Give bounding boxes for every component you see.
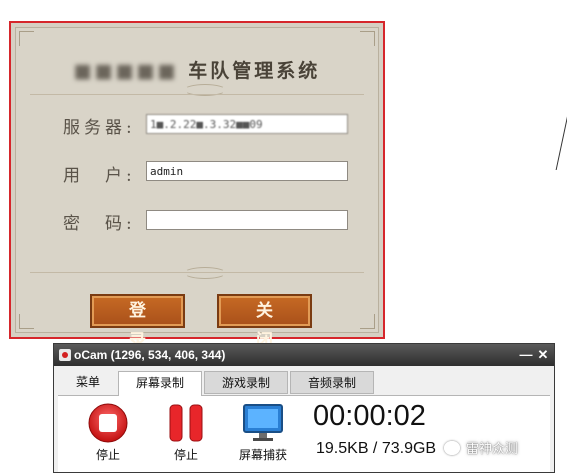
tab-screen-record[interactable]: 屏幕录制 <box>118 371 202 396</box>
pause-button[interactable]: 停止 <box>158 402 214 462</box>
wechat-icon <box>444 441 460 455</box>
tab-menu[interactable]: 菜单 <box>58 371 118 394</box>
server-input[interactable]: 1■.2.22■.3.32■■09 <box>146 114 348 134</box>
pause-icon <box>169 404 203 442</box>
app-title-text: 车队管理系统 <box>188 60 321 82</box>
minimize-icon[interactable]: — <box>518 344 534 366</box>
watermark-text: 雷神众测 <box>466 441 519 456</box>
ornament-corner <box>360 314 375 329</box>
server-label: 服务器: <box>63 118 136 138</box>
close-icon[interactable]: ✕ <box>535 344 551 366</box>
app-title: ■■■■■ 车队管理系统 <box>16 56 378 83</box>
stop-button[interactable]: 停止 <box>80 402 136 462</box>
ornament-corner <box>19 314 34 329</box>
divider <box>30 94 364 95</box>
login-window: ■■■■■ 车队管理系统 服务器: 1■.2.22■.3.32■■09 用 户:… <box>9 21 385 351</box>
user-label: 用 户: <box>63 166 136 186</box>
ocam-titlebar[interactable]: oCam (1296, 534, 406, 344) — ✕ <box>54 344 554 366</box>
ocam-toolbar: 停止 停止 屏幕捕获 00:00:02 19.5KB / 73.9GB <box>58 396 550 472</box>
tab-bar: 菜单 屏幕录制 游戏录制 音频录制 <box>58 371 550 396</box>
ornament-corner <box>360 31 375 46</box>
login-button[interactable]: 登 录 <box>90 294 185 351</box>
watermark: 雷神众测 <box>444 438 518 457</box>
monitor-icon <box>243 404 283 441</box>
close-button[interactable]: 关 闭 <box>217 294 312 351</box>
screen-capture-label: 屏幕捕获 <box>238 448 287 462</box>
ornament-swirl <box>184 267 226 279</box>
password-label: 密 码: <box>63 214 136 234</box>
pause-label: 停止 <box>173 448 198 462</box>
login-panel: ■■■■■ 车队管理系统 服务器: 1■.2.22■.3.32■■09 用 户:… <box>15 27 379 351</box>
password-input[interactable] <box>146 210 348 230</box>
stop-icon <box>88 403 128 443</box>
tab-audio-record[interactable]: 音频录制 <box>290 371 374 394</box>
ornament-corner <box>19 31 34 46</box>
stop-label: 停止 <box>95 448 120 462</box>
window-edge-fragment <box>549 110 567 170</box>
app-title-redacted: ■■■■■ <box>73 60 179 82</box>
file-size: 19.5KB / 73.9GB <box>316 440 437 457</box>
ocam-app-icon <box>59 349 71 361</box>
tab-game-record[interactable]: 游戏录制 <box>204 371 288 394</box>
window-title: oCam (1296, 534, 406, 344) <box>74 348 226 362</box>
username-input[interactable]: admin <box>146 161 348 181</box>
screen-capture-button[interactable]: 屏幕捕获 <box>235 402 291 462</box>
recording-timer: 00:00:02 <box>313 400 426 432</box>
